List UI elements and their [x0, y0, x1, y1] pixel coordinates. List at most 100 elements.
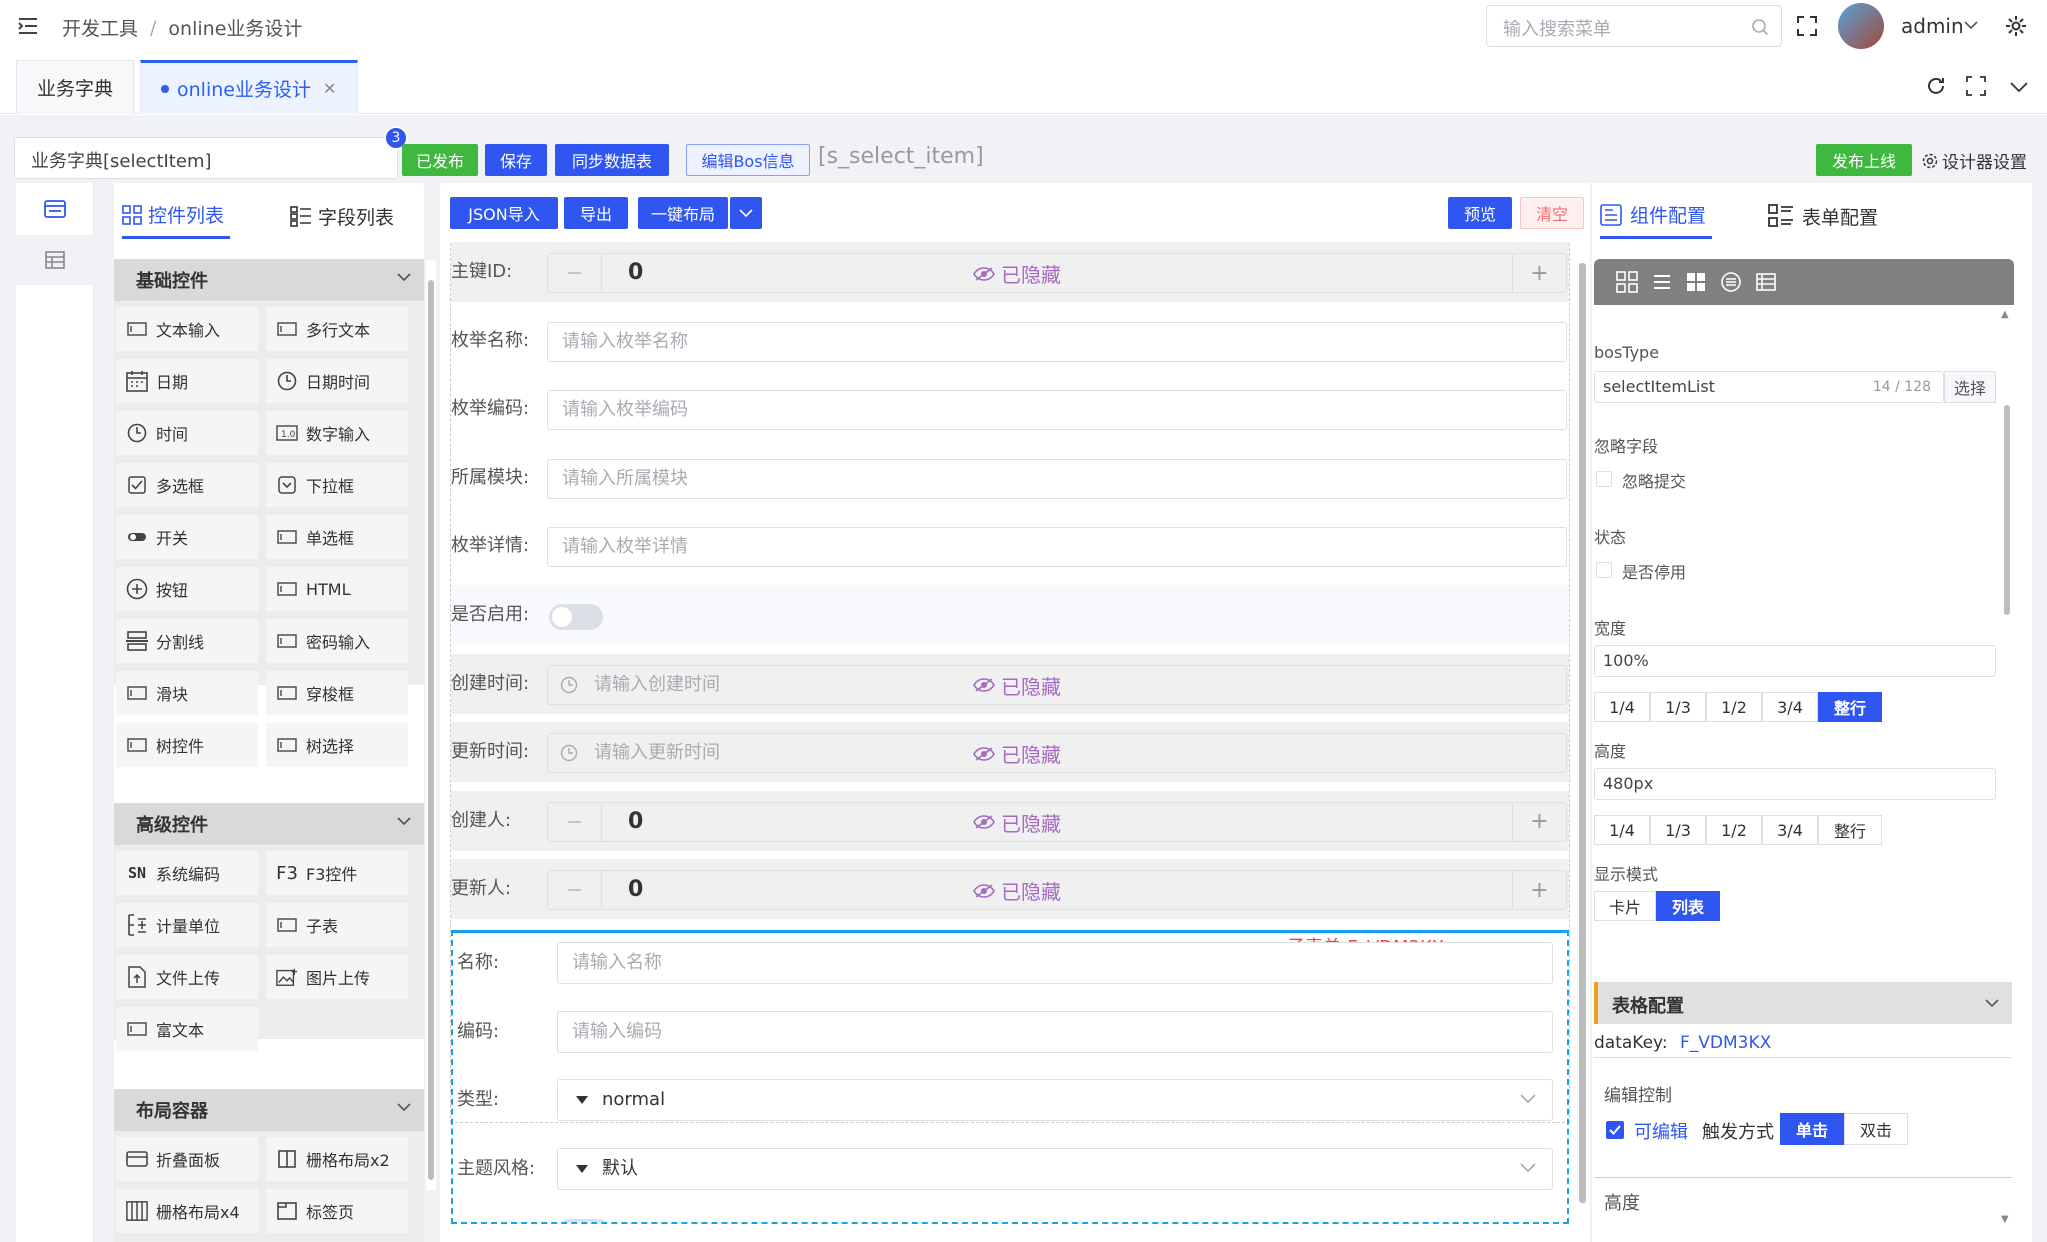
apps-icon[interactable]	[1686, 272, 1706, 292]
tab-field-list[interactable]: 字段列表	[290, 193, 394, 239]
plus-icon[interactable]: +	[1512, 802, 1566, 841]
scrollbar-thumb[interactable]	[1579, 263, 1586, 1203]
palette-item[interactable]: 日期时间	[266, 359, 408, 403]
palette-item[interactable]: 密码输入	[266, 619, 408, 663]
text-input[interactable]: 请输入枚举编码	[547, 390, 1567, 431]
scrollbar-thumb[interactable]	[2004, 405, 2010, 615]
plus-icon[interactable]: +	[1512, 254, 1566, 292]
config-scrollbar[interactable]: ▲ ▼	[2000, 309, 2014, 1229]
palette-item[interactable]: 分割线	[116, 619, 258, 663]
palette-item[interactable]: 计量单位	[116, 903, 258, 947]
close-icon[interactable]: ✕	[323, 79, 336, 98]
text-input[interactable]: 请输入枚举名称	[547, 321, 1567, 362]
palette-item[interactable]: 栅格布局x4	[116, 1189, 258, 1233]
chevron-down-icon[interactable]	[2010, 82, 2028, 92]
size-option[interactable]: 1/3	[1650, 692, 1706, 722]
size-option[interactable]: 3/4	[1762, 815, 1818, 845]
size-option[interactable]: 1/2	[1706, 692, 1762, 722]
palette-item[interactable]: HTML	[266, 567, 408, 611]
text-input[interactable]: 请输入所属模块	[547, 458, 1567, 499]
menu-search-input[interactable]: 输入搜索菜单	[1486, 5, 1782, 47]
text-input[interactable]: 请输入编码	[557, 1010, 1553, 1053]
palette-item[interactable]: 子表	[266, 903, 408, 947]
palette-item[interactable]: 富文本	[116, 1007, 258, 1051]
auto-layout-dropdown[interactable]	[730, 197, 762, 229]
json-import-button[interactable]: JSON导入	[450, 197, 558, 229]
breadcrumb-item[interactable]: 开发工具	[62, 14, 138, 41]
text-input[interactable]: 请输入名称	[557, 942, 1553, 984]
size-option[interactable]: 1/4	[1594, 692, 1650, 722]
minus-icon[interactable]: —	[548, 871, 602, 910]
scroll-down-icon[interactable]: ▼	[2001, 1214, 2009, 1225]
bostype-input[interactable]: selectItemList 14 / 128	[1594, 371, 1944, 403]
trigger-double-click[interactable]: 双击	[1844, 1113, 1908, 1145]
refresh-icon[interactable]	[1926, 76, 1946, 96]
select-input[interactable]: 默认	[557, 1147, 1553, 1190]
size-option[interactable]: 1/3	[1650, 815, 1706, 845]
width-input[interactable]: 100%	[1594, 645, 1996, 677]
palette-item[interactable]: 多行文本	[266, 307, 408, 351]
list-icon[interactable]	[1652, 272, 1672, 292]
edit-bos-button[interactable]: 编辑Bos信息	[686, 144, 810, 176]
palette-item[interactable]: 穿梭框	[266, 671, 408, 715]
preview-button[interactable]: 预览	[1448, 197, 1512, 229]
palette-item[interactable]: 日期	[116, 359, 258, 403]
group-layout-header[interactable]: 布局容器	[114, 1089, 424, 1131]
palette-item[interactable]: 折叠面板	[116, 1137, 258, 1181]
subform-container[interactable]: 子表单-F_VDM3KX名称:请输入名称编码:请输入编码类型:normal主题风…	[451, 930, 1569, 1224]
tab-component-list[interactable]: 控件列表	[122, 193, 230, 239]
scroll-up-icon[interactable]: ▲	[2001, 309, 2009, 320]
circle-list-icon[interactable]	[1720, 271, 1742, 293]
export-button[interactable]: 导出	[564, 197, 628, 229]
palette-item[interactable]: 按钮	[116, 567, 258, 611]
text-input[interactable]: 请输入枚举详情	[547, 527, 1567, 568]
height-input[interactable]: 480px	[1594, 768, 1996, 800]
palette-item[interactable]: 栅格布局x2	[266, 1137, 408, 1181]
clear-button[interactable]: 清空	[1520, 197, 1584, 229]
fullscreen-icon[interactable]	[1796, 15, 1818, 37]
palette-item[interactable]: 文件上传	[116, 955, 258, 999]
toggle-switch[interactable]	[557, 1219, 611, 1222]
palette-item[interactable]: 下拉框	[266, 463, 408, 507]
menu-fold-icon[interactable]	[18, 17, 38, 35]
palette-scrollbar[interactable]	[426, 260, 436, 1190]
save-button[interactable]: 保存	[485, 144, 547, 176]
minus-icon[interactable]: —	[548, 802, 602, 841]
palette-item[interactable]: 单选框	[266, 515, 408, 559]
group-advanced-header[interactable]: 高级控件	[114, 803, 424, 845]
toggle-switch[interactable]	[549, 604, 603, 630]
size-option[interactable]: 3/4	[1762, 692, 1818, 722]
grid-icon[interactable]	[1616, 271, 1638, 293]
tab-component-config[interactable]: 组件配置	[1600, 193, 1713, 239]
component-view-icon[interactable]	[16, 183, 94, 235]
palette-item[interactable]: 图片上传	[266, 955, 408, 999]
palette-item[interactable]: 树选择	[266, 723, 408, 767]
palette-item[interactable]: 1.0 数字输入	[266, 411, 408, 455]
table-icon[interactable]	[1756, 272, 1776, 292]
plus-icon[interactable]: +	[1512, 871, 1566, 910]
display-card-option[interactable]: 卡片	[1594, 891, 1656, 921]
chevron-down-icon[interactable]	[1964, 20, 1978, 30]
palette-item[interactable]: 时间	[116, 411, 258, 455]
avatar[interactable]	[1838, 3, 1884, 49]
palette-item[interactable]: SN 系统编码	[116, 851, 258, 895]
ignore-submit-checkbox[interactable]	[1596, 471, 1612, 487]
table-view-icon[interactable]	[16, 235, 94, 285]
designer-settings-button[interactable]: 设计器设置	[1922, 148, 2027, 173]
size-option[interactable]: 整行	[1818, 815, 1882, 845]
table-config-header[interactable]: 表格配置	[1594, 982, 2012, 1024]
published-button[interactable]: 已发布	[402, 144, 478, 176]
size-option[interactable]: 1/4	[1594, 815, 1650, 845]
sync-table-button[interactable]: 同步数据表	[555, 144, 669, 176]
size-option[interactable]: 1/2	[1706, 815, 1762, 845]
tab-dictionary[interactable]: 业务字典	[16, 60, 135, 114]
auto-layout-button[interactable]: 一键布局	[638, 197, 728, 229]
group-basic-header[interactable]: 基础控件	[114, 259, 424, 301]
tab-form-config[interactable]: 表单配置	[1768, 193, 1878, 239]
username[interactable]: admin	[1901, 14, 1964, 38]
palette-item[interactable]: 开关	[116, 515, 258, 559]
tab-online-design[interactable]: online业务设计 ✕	[140, 60, 358, 114]
canvas-scrollbar[interactable]	[1576, 243, 1588, 1242]
palette-item[interactable]: 树控件	[116, 723, 258, 767]
trigger-single-click[interactable]: 单击	[1780, 1113, 1844, 1145]
